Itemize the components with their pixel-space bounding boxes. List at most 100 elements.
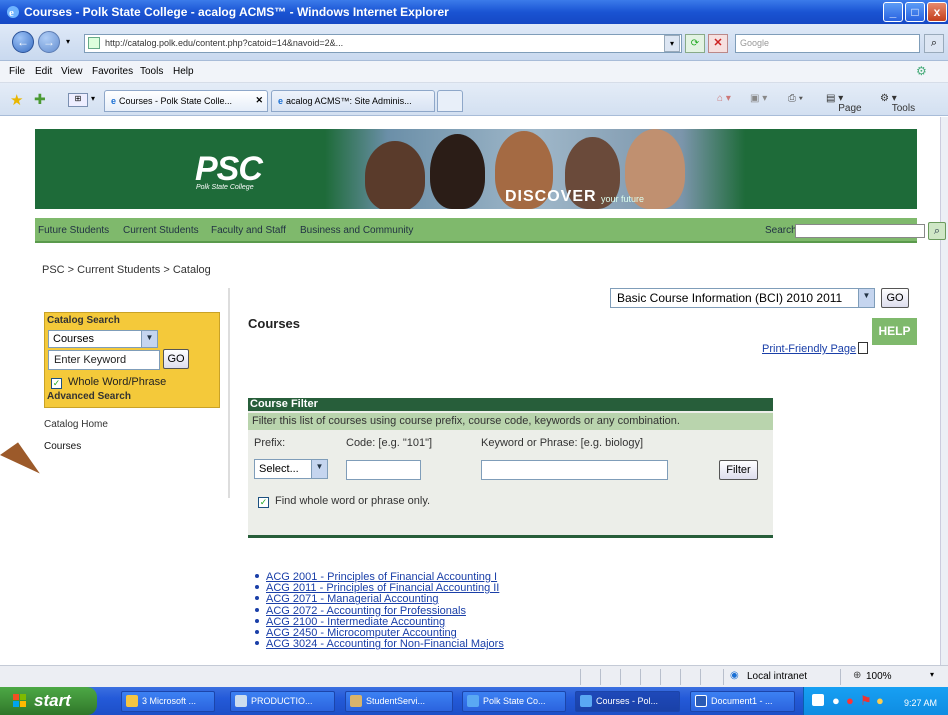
menu-tools[interactable]: Tools: [140, 66, 163, 77]
search-input[interactable]: Google: [735, 34, 920, 53]
print-toolbar-icon[interactable]: ⎙ ▾: [788, 93, 803, 104]
add-favorites-icon[interactable]: ✚: [34, 91, 46, 108]
chevron-down-icon: ▼: [858, 289, 874, 307]
catalog-go-button[interactable]: GO: [881, 288, 909, 308]
sidebar-go-button[interactable]: GO: [163, 349, 189, 369]
course-link[interactable]: ACG 2011 - Principles of Financial Accou…: [266, 582, 499, 594]
windows-flag-icon: [13, 694, 26, 707]
security-zone[interactable]: Local intranet: [747, 671, 807, 682]
zoom-icon: ⊕: [853, 670, 862, 681]
find-whole-word-checkbox[interactable]: ✓ Find whole word or phrase only.: [258, 495, 430, 508]
status-bar: ◉ Local intranet ⊕ 100% ▾: [0, 665, 948, 687]
taskbar-btn-document[interactable]: Document1 - ...: [690, 691, 795, 712]
maximize-button[interactable]: □: [905, 2, 925, 22]
code-input[interactable]: [346, 460, 421, 480]
taskbar-btn-production[interactable]: PRODUCTIO...: [230, 691, 335, 712]
advanced-search-link[interactable]: Advanced Search: [47, 391, 131, 402]
tools-menu[interactable]: ⚙ Tools ▾: [880, 93, 915, 114]
nav-future-students[interactable]: Future Students: [38, 225, 109, 236]
page-menu[interactable]: ▤ Page ▾: [826, 93, 862, 114]
new-tab-button[interactable]: [437, 90, 463, 112]
catalog-home-link[interactable]: Catalog Home: [44, 419, 108, 430]
course-link[interactable]: ACG 2100 - Intermediate Accounting: [266, 616, 445, 628]
page-icon: [88, 37, 100, 49]
filter-button[interactable]: Filter: [719, 460, 758, 480]
history-dropdown-icon[interactable]: ▾: [66, 37, 70, 46]
menu-edit[interactable]: Edit: [35, 66, 52, 77]
course-link[interactable]: ACG 2072 - Accounting for Professionals: [266, 605, 466, 617]
psc-banner: [35, 129, 917, 209]
back-button[interactable]: ←: [12, 31, 34, 53]
page-title: Courses: [248, 316, 301, 331]
site-search-label: Search: [765, 225, 797, 236]
help-button[interactable]: HELP: [872, 318, 917, 345]
tray-flag-icon[interactable]: ⚑: [860, 693, 872, 709]
close-tab-icon[interactable]: ✕: [255, 95, 263, 106]
home-icon[interactable]: ⌂ ▾: [717, 93, 731, 104]
psc-logo-subtitle: Polk State College: [196, 184, 254, 191]
taskbar-btn-studentservices[interactable]: StudentServi...: [345, 691, 453, 712]
forward-button[interactable]: →: [38, 31, 60, 53]
tab-acalog-admin[interactable]: e acalog ACMS™: Site Adminis...: [271, 90, 435, 112]
course-link[interactable]: ACG 2071 - Managerial Accounting: [266, 593, 438, 605]
breadcrumb[interactable]: PSC > Current Students > Catalog: [42, 264, 211, 276]
window-title: Courses - Polk State College - acalog AC…: [24, 5, 449, 19]
tab-courses[interactable]: e Courses - Polk State Colle... ✕: [104, 90, 268, 112]
prefix-select[interactable]: Select... ▼: [254, 459, 328, 479]
toolbar-options-icon[interactable]: ⚙: [916, 64, 927, 78]
code-label: Code: [e.g. "101"]: [346, 437, 433, 449]
zoom-dropdown-icon[interactable]: ▾: [930, 670, 934, 679]
search-icon[interactable]: ⌕: [924, 34, 944, 53]
courses-link[interactable]: Courses: [44, 441, 81, 452]
whole-word-checkbox[interactable]: ✓ Whole Word/Phrase: [51, 376, 166, 389]
close-button[interactable]: x: [927, 2, 947, 22]
intranet-icon: ◉: [730, 670, 739, 681]
course-link[interactable]: ACG 3024 - Accounting for Non-Financial …: [266, 638, 504, 650]
tab-bar: ★ ✚ ⊞ ▾ e Courses - Polk State Colle... ✕…: [0, 83, 948, 116]
taskbar-btn-polk-state[interactable]: Polk State Co...: [462, 691, 566, 712]
minimize-button[interactable]: _: [883, 2, 903, 22]
tray-app-icon[interactable]: [812, 694, 824, 706]
keyword-input[interactable]: Enter Keyword: [48, 350, 160, 370]
ie-logo-icon: e: [7, 6, 19, 19]
stop-icon[interactable]: ✕: [708, 34, 728, 53]
taskbar-btn-courses[interactable]: Courses - Pol...: [575, 691, 680, 712]
chevron-down-icon: ▼: [311, 460, 327, 478]
window-title-bar: e Courses - Polk State College - acalog …: [0, 0, 948, 24]
refresh-icon[interactable]: ⟳: [685, 34, 705, 53]
url-dropdown-icon[interactable]: ▾: [664, 35, 680, 52]
catalog-select[interactable]: Basic Course Information (BCI) 2010 2011…: [610, 288, 875, 308]
menu-favorites[interactable]: Favorites: [92, 66, 133, 77]
zoom-level[interactable]: 100%: [866, 671, 892, 682]
menu-help[interactable]: Help: [173, 66, 194, 77]
svg-text:e: e: [9, 7, 14, 19]
site-search-input[interactable]: [795, 224, 925, 238]
vertical-scrollbar[interactable]: [940, 117, 948, 665]
print-friendly-link[interactable]: Print-Friendly Page: [762, 343, 856, 355]
nav-business-community[interactable]: Business and Community: [300, 225, 413, 236]
search-type-select[interactable]: Courses ▼: [48, 330, 158, 348]
quick-tabs-icon[interactable]: ⊞: [68, 93, 88, 107]
site-search-icon[interactable]: ⌕: [928, 222, 946, 240]
keyword-phrase-input[interactable]: [481, 460, 668, 480]
course-list: ACG 2001 - Principles of Financial Accou…: [255, 571, 504, 650]
feeds-icon[interactable]: ▣ ▾: [750, 93, 767, 104]
nav-faculty-staff[interactable]: Faculty and Staff: [211, 225, 286, 236]
tray-network-icon[interactable]: ●: [832, 693, 840, 708]
course-link[interactable]: ACG 2450 - Microcomputer Accounting: [266, 627, 457, 639]
url-field[interactable]: http://catalog.polk.edu/content.php?cato…: [84, 34, 682, 53]
catalog-search-title: Catalog Search: [47, 315, 120, 326]
clock: 9:27 AM: [904, 698, 938, 708]
taskbar-btn-microsoft[interactable]: 3 Microsoft ...: [121, 691, 215, 712]
menu-view[interactable]: View: [61, 66, 83, 77]
tray-messenger-icon[interactable]: ●: [876, 693, 884, 708]
tab-list-icon[interactable]: ▾: [91, 94, 95, 103]
tray-alert-icon[interactable]: ●: [846, 693, 854, 708]
favorites-star-icon[interactable]: ★: [10, 91, 23, 109]
menu-file[interactable]: File: [9, 66, 25, 77]
print-icon[interactable]: [858, 342, 868, 354]
sidebar-divider: [228, 288, 230, 498]
nav-current-students[interactable]: Current Students: [123, 225, 199, 236]
your-future-text: your future: [601, 194, 645, 204]
course-link[interactable]: ACG 2001 - Principles of Financial Accou…: [266, 571, 497, 583]
